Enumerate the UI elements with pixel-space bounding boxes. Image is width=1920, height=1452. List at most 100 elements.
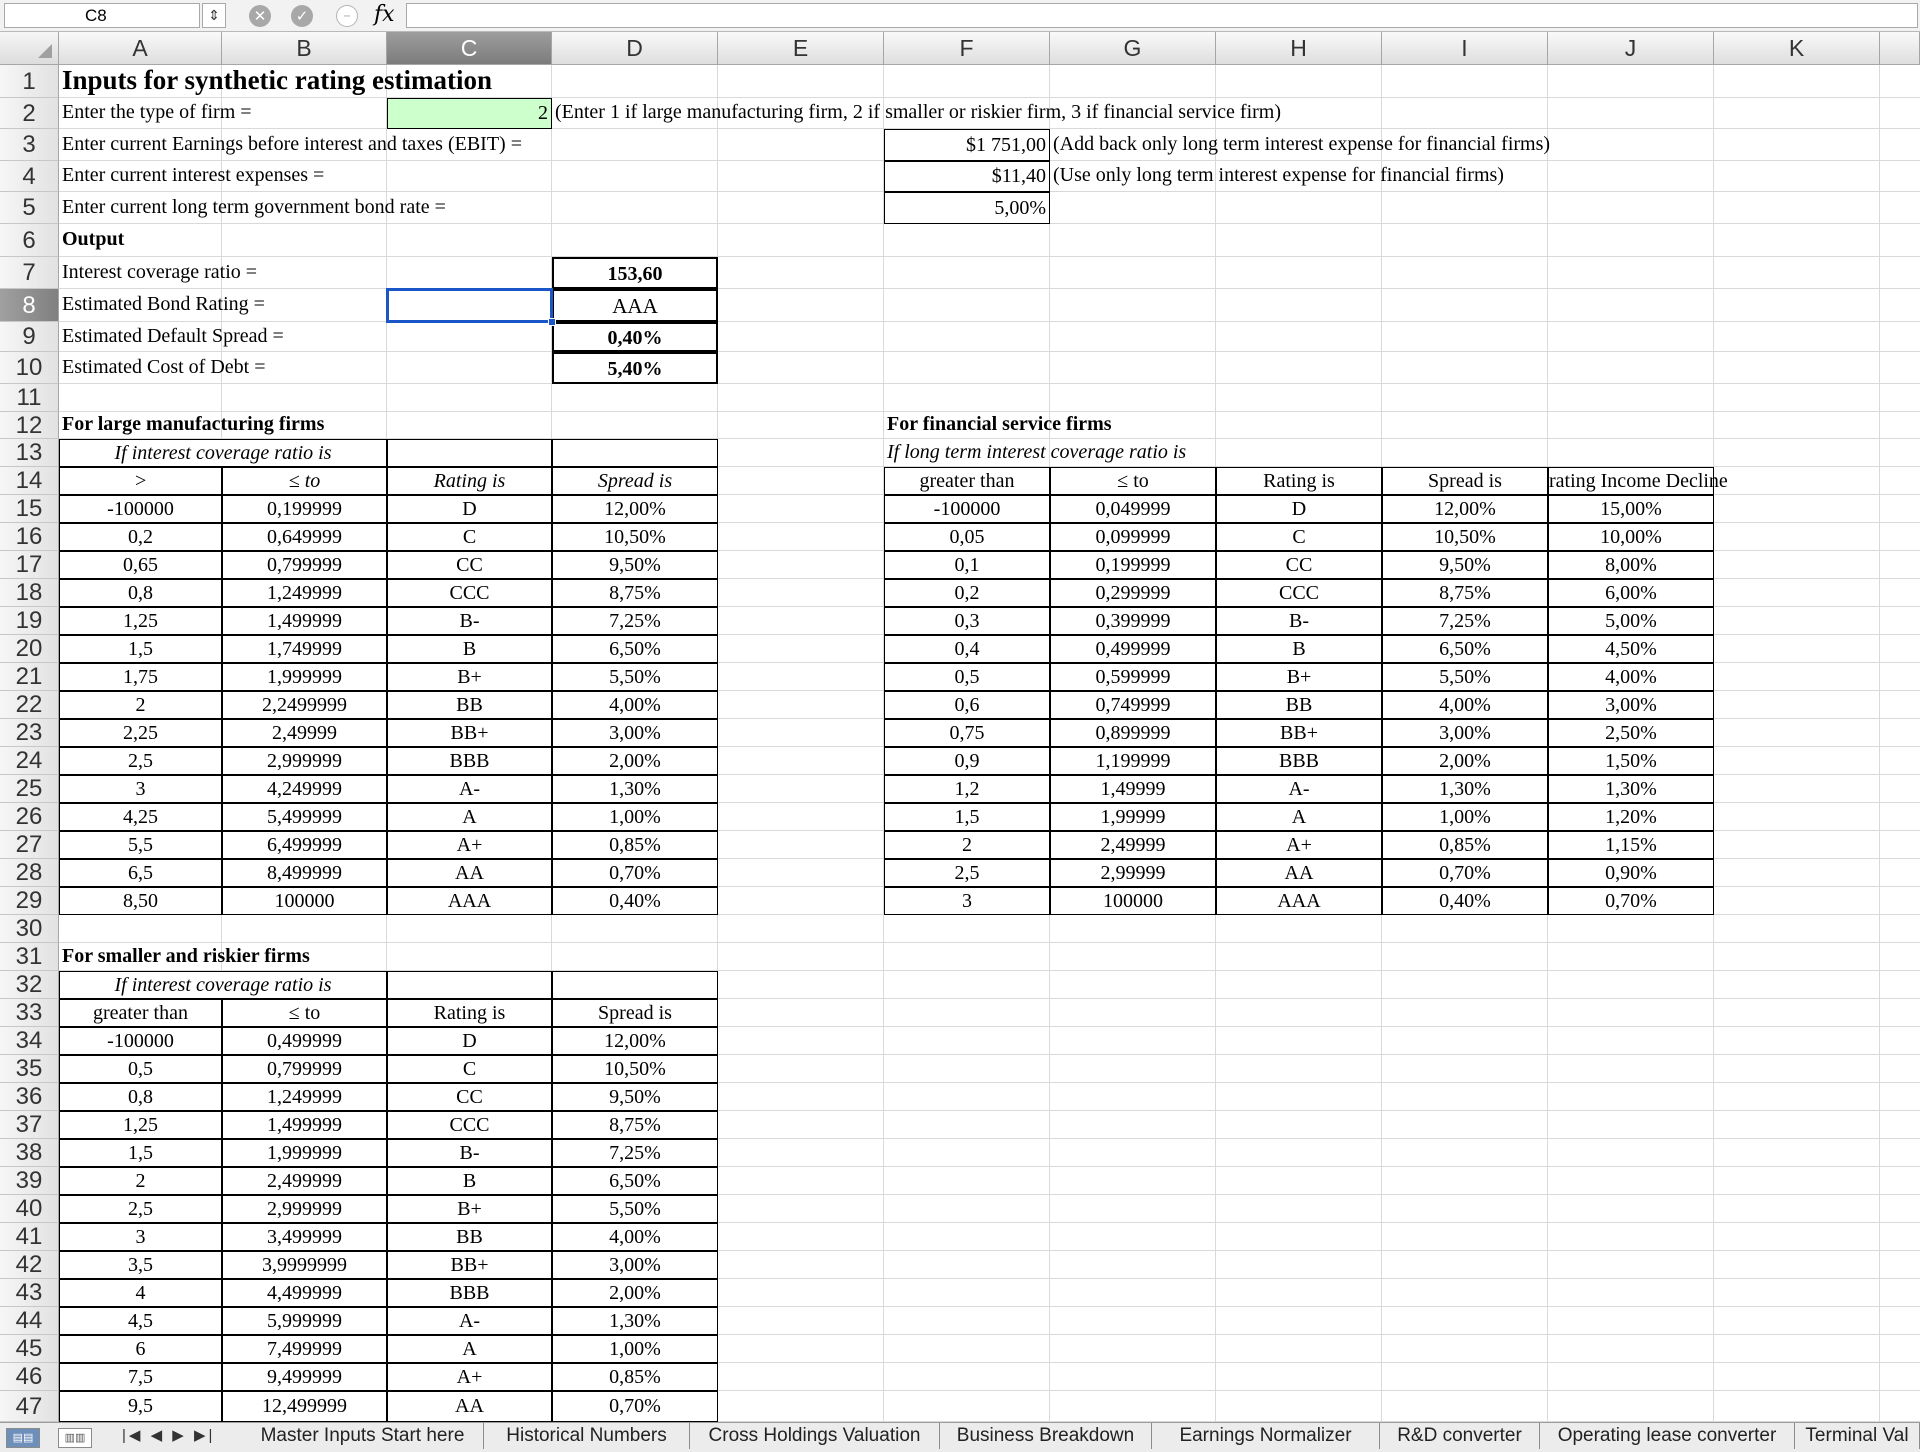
large-table-cell[interactable]: 8,50 — [59, 887, 222, 915]
row-header-34[interactable]: 34 — [0, 1027, 59, 1055]
small-table-cell[interactable]: 3,499999 — [222, 1223, 387, 1251]
cancel-icon[interactable]: ✕ — [249, 5, 271, 27]
small-table-header[interactable]: ≤ to — [222, 999, 387, 1027]
selected-cell-c8[interactable] — [386, 288, 553, 323]
financial-table-cell[interactable]: 1,30% — [1382, 775, 1548, 803]
page-layout-view-icon[interactable]: ▥▥ — [58, 1428, 92, 1448]
small-table-cell[interactable]: BBB — [387, 1279, 552, 1307]
large-table-cell[interactable]: 7,25% — [552, 607, 718, 635]
financial-table-cell[interactable]: 3,00% — [1548, 691, 1714, 719]
large-table-cell[interactable]: 0,799999 — [222, 551, 387, 579]
column-header-b[interactable]: B — [222, 32, 387, 65]
large-table-blank[interactable] — [552, 439, 718, 467]
small-table-cell[interactable]: 2,999999 — [222, 1195, 387, 1223]
financial-table-cell[interactable]: 10,50% — [1382, 523, 1548, 551]
financial-table-cell[interactable]: 0,1 — [884, 551, 1050, 579]
small-table-cell[interactable]: 9,50% — [552, 1083, 718, 1111]
financial-table-cell[interactable]: 1,20% — [1548, 803, 1714, 831]
large-table-cell[interactable]: B — [387, 635, 552, 663]
large-table-cell[interactable]: 4,00% — [552, 691, 718, 719]
financial-table-cell[interactable]: AAA — [1216, 887, 1382, 915]
row-header-13[interactable]: 13 — [0, 439, 59, 467]
large-table-cell[interactable]: 2,999999 — [222, 747, 387, 775]
financial-table-cell[interactable]: B+ — [1216, 663, 1382, 691]
firm-type-input[interactable]: 2 — [387, 98, 552, 129]
large-table-cell[interactable]: BB — [387, 691, 552, 719]
row-header-31[interactable]: 31 — [0, 943, 59, 971]
large-table-cell[interactable]: D — [387, 495, 552, 523]
name-box-stepper[interactable]: ⇕ — [202, 3, 226, 28]
small-table-blank[interactable] — [552, 971, 718, 999]
sheet-tab-6[interactable]: R&D converter — [1380, 1423, 1540, 1449]
small-table-subtitle[interactable]: If interest coverage ratio is — [59, 971, 387, 999]
financial-table-cell[interactable]: 0,5 — [884, 663, 1050, 691]
function-wizard-icon[interactable]: – — [336, 5, 358, 27]
spread-value[interactable]: 0,40% — [552, 322, 718, 352]
large-table-cell[interactable]: AA — [387, 859, 552, 887]
small-table-cell[interactable]: 2,00% — [552, 1279, 718, 1307]
small-table-cell[interactable]: 8,75% — [552, 1111, 718, 1139]
small-table-cell[interactable]: 1,30% — [552, 1307, 718, 1335]
small-table-cell[interactable]: 3,5 — [59, 1251, 222, 1279]
sheet-tab-3[interactable]: Cross Holdings Valuation — [690, 1423, 940, 1449]
financial-table-cell[interactable]: 0,099999 — [1050, 523, 1216, 551]
large-table-cell[interactable]: 6,499999 — [222, 831, 387, 859]
column-header-a[interactable]: A — [59, 32, 222, 65]
small-table-header[interactable]: greater than — [59, 999, 222, 1027]
financial-table-cell[interactable]: 2,00% — [1382, 747, 1548, 775]
row-header-18[interactable]: 18 — [0, 579, 59, 607]
financial-table-cell[interactable]: 0,05 — [884, 523, 1050, 551]
small-table-header[interactable]: Spread is — [552, 999, 718, 1027]
small-table-cell[interactable]: 2 — [59, 1167, 222, 1195]
row-header-21[interactable]: 21 — [0, 663, 59, 691]
column-header-h[interactable]: H — [1216, 32, 1382, 65]
confirm-icon[interactable]: ✓ — [291, 5, 313, 27]
large-table-cell[interactable]: 1,00% — [552, 803, 718, 831]
financial-table-cell[interactable]: 0,749999 — [1050, 691, 1216, 719]
row-header-43[interactable]: 43 — [0, 1279, 59, 1307]
financial-table-cell[interactable]: 10,00% — [1548, 523, 1714, 551]
large-table-cell[interactable]: A+ — [387, 831, 552, 859]
column-header-k[interactable]: K — [1714, 32, 1880, 65]
large-table-header[interactable]: > — [59, 467, 222, 495]
financial-table-cell[interactable]: -100000 — [884, 495, 1050, 523]
financial-table-cell[interactable]: 9,50% — [1382, 551, 1548, 579]
sheet-tab-4[interactable]: Business Breakdown — [940, 1423, 1152, 1449]
large-table-cell[interactable]: 0,2 — [59, 523, 222, 551]
financial-table-cell[interactable]: 6,00% — [1548, 579, 1714, 607]
financial-table-cell[interactable]: A- — [1216, 775, 1382, 803]
small-table-cell[interactable]: 1,25 — [59, 1111, 222, 1139]
financial-table-cell[interactable]: 1,49999 — [1050, 775, 1216, 803]
sheet-tab-8[interactable]: Terminal Val — [1795, 1423, 1920, 1449]
row-header-32[interactable]: 32 — [0, 971, 59, 999]
fill-handle[interactable] — [548, 318, 556, 326]
small-table-cell[interactable]: BB+ — [387, 1251, 552, 1279]
row-header-10[interactable]: 10 — [0, 352, 59, 384]
financial-table-cell[interactable]: 0,499999 — [1050, 635, 1216, 663]
small-table-cell[interactable]: 0,8 — [59, 1083, 222, 1111]
row-header-27[interactable]: 27 — [0, 831, 59, 859]
financial-table-cell[interactable]: BB+ — [1216, 719, 1382, 747]
row-header-23[interactable]: 23 — [0, 719, 59, 747]
financial-table-cell[interactable]: C — [1216, 523, 1382, 551]
financial-table-cell[interactable]: 1,50% — [1548, 747, 1714, 775]
small-table-cell[interactable]: 0,799999 — [222, 1055, 387, 1083]
large-table-cell[interactable]: CCC — [387, 579, 552, 607]
row-header-39[interactable]: 39 — [0, 1167, 59, 1195]
row-header-38[interactable]: 38 — [0, 1139, 59, 1167]
large-table-subtitle[interactable]: If interest coverage ratio is — [59, 439, 387, 467]
financial-table-cell[interactable]: 0,599999 — [1050, 663, 1216, 691]
small-table-cell[interactable]: 7,499999 — [222, 1335, 387, 1363]
financial-table-cell[interactable]: 0,199999 — [1050, 551, 1216, 579]
small-table-cell[interactable]: -100000 — [59, 1027, 222, 1055]
large-table-cell[interactable]: 5,499999 — [222, 803, 387, 831]
coverage-value[interactable]: 153,60 — [552, 257, 718, 289]
small-table-cell[interactable]: 5,50% — [552, 1195, 718, 1223]
row-header-5[interactable]: 5 — [0, 192, 59, 224]
large-table-cell[interactable]: 2,00% — [552, 747, 718, 775]
financial-table-cell[interactable]: 0,4 — [884, 635, 1050, 663]
financial-table-header[interactable]: ≤ to — [1050, 467, 1216, 495]
row-header-29[interactable]: 29 — [0, 887, 59, 915]
row-header-6[interactable]: 6 — [0, 224, 59, 257]
financial-table-cell[interactable]: 0,9 — [884, 747, 1050, 775]
